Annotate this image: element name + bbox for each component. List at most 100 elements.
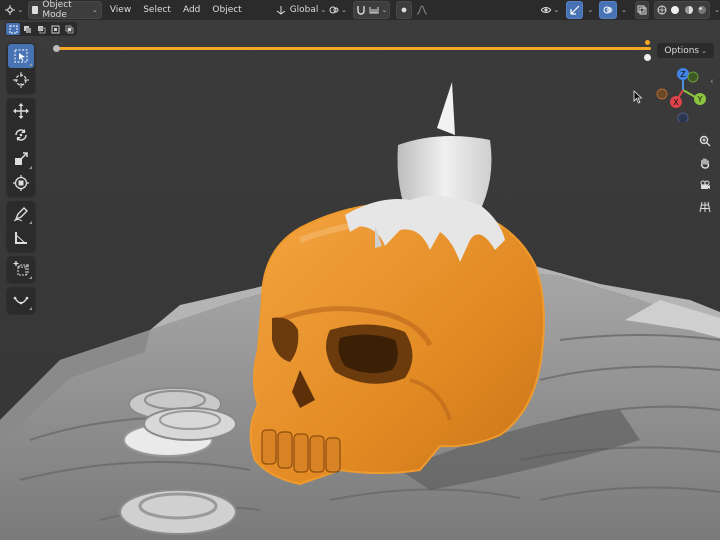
curve-icon bbox=[13, 296, 29, 305]
gizmo-z-label: Z bbox=[680, 70, 686, 79]
chevron-down-icon: ⌄ bbox=[340, 6, 347, 14]
tool-group-curve bbox=[7, 287, 35, 313]
proportional-edit-icon bbox=[401, 7, 407, 13]
shading-modes bbox=[654, 1, 711, 19]
options-label: Options bbox=[664, 45, 700, 56]
timeline-end-dot[interactable] bbox=[644, 54, 651, 61]
grid-ortho-icon bbox=[699, 201, 711, 213]
viewport-header: ⌄ Object Mode ⌄ View Select Add Object G… bbox=[0, 0, 720, 20]
camera-icon bbox=[700, 180, 710, 189]
chevron-down-icon: ⌄ bbox=[553, 6, 560, 14]
navigation-buttons bbox=[694, 130, 716, 218]
solid-icon[interactable] bbox=[670, 5, 680, 15]
measure-tool[interactable] bbox=[8, 226, 34, 250]
options-dropdown[interactable]: Options ⌄ bbox=[657, 43, 714, 58]
select-box-icon bbox=[14, 49, 28, 63]
gizmo-y-label: Y bbox=[697, 95, 703, 104]
menu-select[interactable]: Select bbox=[143, 5, 171, 15]
select-subtract-button[interactable] bbox=[34, 23, 48, 35]
overlay-toggle[interactable] bbox=[599, 1, 618, 19]
mouse-cursor-icon bbox=[633, 90, 643, 104]
zoom-button[interactable] bbox=[694, 130, 716, 152]
snap-target-icon bbox=[369, 7, 379, 14]
select-box-tool[interactable] bbox=[8, 44, 34, 68]
chevron-down-icon[interactable]: ⌄ bbox=[714, 6, 720, 14]
mode-dropdown[interactable]: Object Mode ⌄ bbox=[27, 0, 102, 20]
move-tool[interactable] bbox=[8, 99, 34, 123]
chevron-down-icon: ⌄ bbox=[91, 6, 98, 14]
snap-toggle[interactable]: ⌄ bbox=[353, 1, 391, 19]
xray-icon bbox=[637, 5, 647, 15]
3d-viewport-icon bbox=[5, 5, 16, 15]
add-cube-icon bbox=[13, 261, 29, 276]
select-subtract-icon bbox=[37, 25, 45, 33]
falloff-dropdown[interactable] bbox=[414, 2, 430, 18]
menu-add[interactable]: Add bbox=[183, 5, 200, 15]
annotate-icon bbox=[13, 207, 28, 222]
navigation-gizmo[interactable]: Z Y X bbox=[655, 66, 711, 122]
scale-icon bbox=[15, 152, 28, 165]
magnet-icon bbox=[357, 6, 366, 15]
select-new-button[interactable] bbox=[6, 23, 20, 35]
move-icon bbox=[13, 103, 29, 119]
falloff-curve-icon bbox=[417, 5, 428, 15]
eye-icon bbox=[541, 7, 552, 13]
menu-view[interactable]: View bbox=[110, 5, 131, 15]
selection-mode-buttons bbox=[5, 22, 77, 36]
3d-viewport[interactable]: Options ⌄ Z Y X ‹ bbox=[0, 20, 720, 540]
cursor-icon bbox=[13, 72, 29, 88]
chevron-down-icon: ⌄ bbox=[17, 6, 24, 14]
curve-tool[interactable] bbox=[8, 288, 34, 312]
add-cube-tool[interactable] bbox=[8, 257, 34, 281]
editor-type-button[interactable]: ⌄ bbox=[3, 2, 26, 18]
select-invert-icon bbox=[51, 25, 59, 33]
orientation-label: Global bbox=[289, 5, 319, 15]
gizmo-toggle[interactable] bbox=[565, 1, 584, 19]
overlay-icon bbox=[603, 6, 613, 14]
material-preview-icon[interactable] bbox=[684, 5, 694, 15]
visibility-dropdown[interactable]: ⌄ bbox=[540, 2, 561, 18]
pivot-icon bbox=[329, 6, 339, 14]
select-intersect-button[interactable] bbox=[62, 23, 76, 35]
xray-toggle[interactable] bbox=[634, 1, 650, 19]
pivot-point-dropdown[interactable]: ⌄ bbox=[328, 2, 347, 18]
cursor-tool[interactable] bbox=[8, 68, 34, 92]
timeline-end-handle[interactable] bbox=[645, 40, 650, 45]
wireframe-icon[interactable] bbox=[657, 5, 667, 15]
select-new-icon bbox=[9, 25, 17, 33]
scale-tool[interactable] bbox=[8, 147, 34, 171]
object-mode-icon bbox=[31, 6, 39, 14]
select-extend-button[interactable] bbox=[20, 23, 34, 35]
rotate-tool[interactable] bbox=[8, 123, 34, 147]
chevron-down-icon[interactable]: ⌄ bbox=[621, 6, 627, 14]
tool-group-add bbox=[7, 256, 35, 282]
gizmo-x-label: X bbox=[673, 98, 679, 107]
hand-pan-icon bbox=[700, 158, 710, 169]
rendered-icon[interactable] bbox=[697, 5, 707, 15]
chevron-down-icon[interactable]: ⌄ bbox=[587, 6, 593, 14]
proportional-edit-toggle[interactable] bbox=[396, 1, 413, 19]
timeline-track[interactable] bbox=[57, 47, 651, 50]
tool-shelf bbox=[7, 43, 35, 318]
timeline-start-handle[interactable] bbox=[53, 45, 60, 52]
rotate-icon bbox=[15, 129, 27, 141]
select-extend-icon bbox=[23, 25, 31, 33]
transform-icon bbox=[13, 175, 29, 191]
camera-view-button[interactable] bbox=[694, 174, 716, 196]
gizmo-icon bbox=[570, 5, 580, 15]
chevron-down-icon: ⌄ bbox=[701, 46, 707, 55]
ortho-toggle-button[interactable] bbox=[694, 196, 716, 218]
scene-render bbox=[0, 82, 720, 540]
measure-icon bbox=[15, 232, 27, 244]
select-intersect-icon bbox=[65, 25, 73, 33]
sidebar-toggle-icon[interactable]: ‹ bbox=[710, 77, 714, 87]
tool-settings-row bbox=[0, 20, 720, 38]
zoom-icon bbox=[699, 135, 711, 147]
menu-object[interactable]: Object bbox=[212, 5, 241, 15]
select-invert-button[interactable] bbox=[48, 23, 62, 35]
annotate-tool[interactable] bbox=[8, 202, 34, 226]
transform-orientation-dropdown[interactable]: Global ⌄ bbox=[276, 2, 326, 18]
pan-button[interactable] bbox=[694, 152, 716, 174]
tool-group-annotate bbox=[7, 201, 35, 251]
transform-tool[interactable] bbox=[8, 171, 34, 195]
